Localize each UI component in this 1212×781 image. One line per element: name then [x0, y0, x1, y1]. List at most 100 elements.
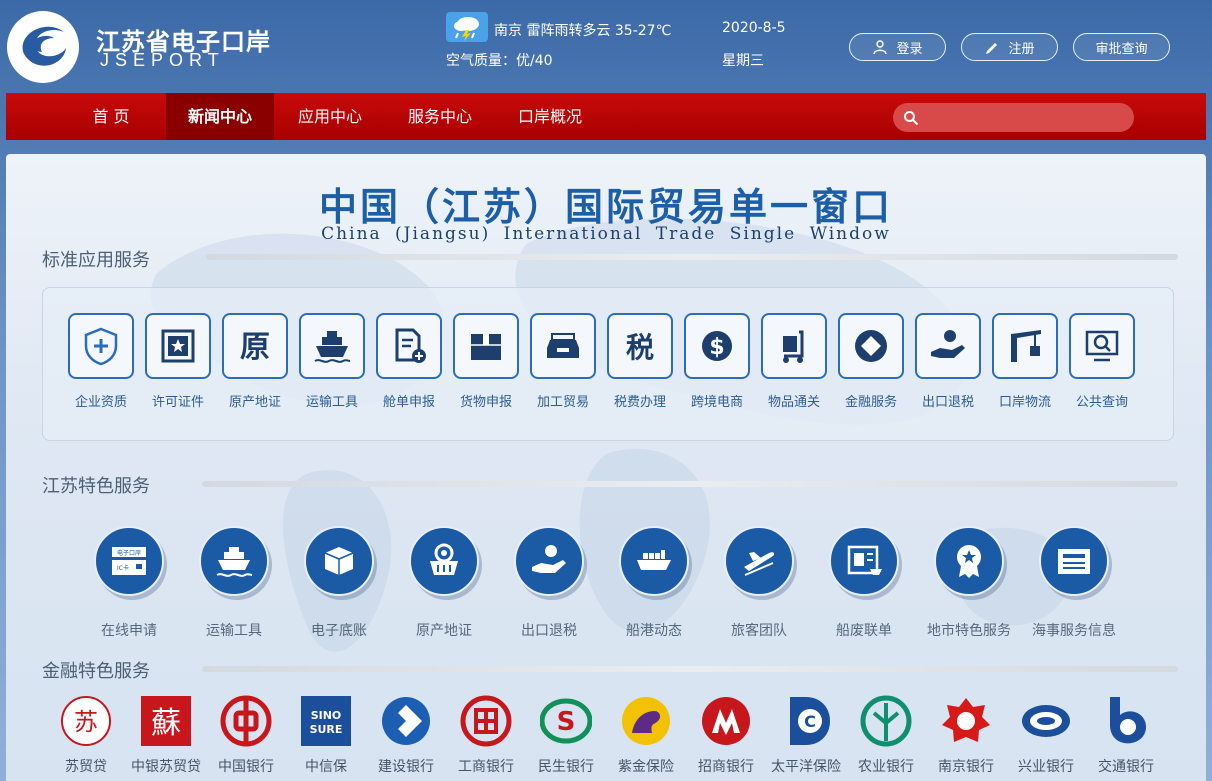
std-item-label: 原产地证	[228, 395, 281, 410]
register-button[interactable]: 注册	[961, 33, 1058, 61]
std-item-manifest[interactable]: 舱单申报	[374, 313, 444, 410]
js-item-city-services[interactable]: 地市特色服务	[914, 526, 1024, 640]
js-item-maritime-info[interactable]: 海事服务信息	[1019, 526, 1129, 640]
box-icon	[304, 526, 374, 596]
standard-services-panel: 企业资质 许可证件 原 原产地证 运输工具 舱单申报 货物申报 加工贸易 税 税…	[42, 287, 1174, 441]
ccb-logo	[379, 694, 433, 748]
standard-services-divider	[206, 254, 1178, 260]
std-item-label: 加工贸易	[536, 395, 589, 410]
bank-su-mao-dai[interactable]: 苏 苏贸贷	[46, 694, 126, 776]
std-item-enterprise-qualification[interactable]: 企业资质	[66, 313, 136, 410]
js-item-label: 运输工具	[206, 623, 262, 639]
bank-sinosure[interactable]: SINO SURE 中信保	[286, 694, 366, 776]
nav-item-port-overview[interactable]: 口岸概况	[504, 93, 596, 140]
bank-label: 中银苏贸贷	[131, 759, 201, 775]
bank-cpic[interactable]: C 太平洋保险	[766, 694, 846, 776]
nav-item-services[interactable]: 服务中心	[394, 93, 486, 140]
bank-cmb[interactable]: 招商银行	[686, 694, 766, 776]
std-item-public-query[interactable]: 公共查询	[1067, 313, 1137, 410]
std-item-label: 公共查询	[1075, 395, 1128, 410]
bank-cmbc[interactable]: S 民生银行	[526, 694, 606, 776]
page-title: 中国（江苏）国际贸易单一窗口	[318, 185, 893, 229]
su-mao-dai-logo: 苏	[59, 694, 113, 748]
cmb-logo	[699, 694, 753, 748]
bank-zijin-insurance[interactable]: 紫金保险	[606, 694, 686, 776]
bank-label: 建设银行	[378, 759, 434, 775]
globe-dollar-icon: $	[684, 313, 750, 379]
approval-query-label: 审批查询	[1095, 41, 1148, 57]
bank-label: 工商银行	[458, 759, 514, 775]
world-map-background	[150, 218, 1070, 652]
std-item-export-rebate[interactable]: 出口退税	[913, 313, 983, 410]
cart-icon	[761, 313, 827, 379]
search-icon[interactable]	[903, 110, 919, 126]
js-item-ship-waste-form[interactable]: 船废联单	[809, 526, 919, 640]
std-item-label: 出口退税	[921, 395, 974, 410]
document-add-icon	[376, 313, 442, 379]
std-item-goods-clearance[interactable]: 物品通关	[759, 313, 829, 410]
search-input[interactable]	[925, 103, 1125, 132]
main-panel: 中国（江苏）国际贸易单一窗口 China (Jiangsu) Internati…	[6, 154, 1206, 781]
bank-bocom[interactable]: 交通银行	[1086, 694, 1166, 776]
svg-text:S: S	[557, 707, 576, 737]
svg-text:$: $	[709, 335, 724, 360]
page-header: 江苏省电子口岸 JSEPORT 南京 雷阵雨转多云 35-27℃ 空气质量：优/…	[0, 0, 1212, 93]
std-item-certificate-of-origin[interactable]: 原 原产地证	[220, 313, 290, 410]
std-item-processing-trade[interactable]: 加工贸易	[528, 313, 598, 410]
air-quality-text: 空气质量：优/40	[446, 53, 553, 69]
standard-services-title: 标准应用服务	[42, 250, 150, 271]
approval-query-button[interactable]: 审批查询	[1073, 33, 1170, 61]
std-item-port-logistics[interactable]: 口岸物流	[990, 313, 1060, 410]
shield-plus-icon	[68, 313, 134, 379]
basket-icon	[409, 526, 479, 596]
zijin-insurance-logo	[619, 694, 673, 748]
bank-bank-of-china[interactable]: 中国银行	[206, 694, 286, 776]
bank-label: 太平洋保险	[771, 759, 841, 775]
bank-abc[interactable]: 农业银行	[846, 694, 926, 776]
jiangsu-services-divider	[202, 481, 1178, 487]
std-item-license[interactable]: 许可证件	[143, 313, 213, 410]
std-item-taxes[interactable]: 税 税费办理	[605, 313, 675, 410]
std-item-financial[interactable]: 金融服务	[836, 313, 906, 410]
js-item-label: 出口退税	[521, 623, 577, 639]
badge-icon	[934, 526, 1004, 596]
std-item-cross-border-ecommerce[interactable]: $ 跨境电商	[682, 313, 752, 410]
js-item-passenger-groups[interactable]: 旅客团队	[704, 526, 814, 640]
std-item-label: 许可证件	[151, 395, 204, 410]
jiangsu-services-title: 江苏特色服务	[42, 476, 150, 497]
sinosure-logo: SINO SURE	[299, 694, 353, 748]
bank-bank-of-nanjing[interactable]: 南京银行	[926, 694, 1006, 776]
bank-ccb[interactable]: 建设银行	[366, 694, 446, 776]
std-item-transport[interactable]: 运输工具	[297, 313, 367, 410]
trash-form-icon	[829, 526, 899, 596]
register-label: 注册	[1008, 41, 1035, 57]
ship-icon	[299, 313, 365, 379]
login-button[interactable]: 登录	[849, 33, 946, 61]
bank-label: 农业银行	[858, 759, 914, 775]
js-item-e-ledger[interactable]: 电子底账	[284, 526, 394, 640]
js-item-transport[interactable]: 运输工具	[179, 526, 289, 640]
cmbc-logo: S	[539, 694, 593, 748]
nav-item-home[interactable]: 首 页	[66, 93, 156, 140]
logo-english-text: JSEPORT	[100, 50, 225, 70]
date-text: 2020-8-5	[722, 20, 786, 36]
tray-icon	[530, 313, 596, 379]
bank-cib[interactable]: 兴业银行	[1006, 694, 1086, 776]
svg-text:SURE: SURE	[310, 723, 343, 736]
search-box	[893, 103, 1134, 132]
weekday-text: 星期三	[722, 53, 764, 69]
bank-boc-su-mao-dai[interactable]: 蘇 中银苏贸贷	[126, 694, 206, 776]
cib-logo	[1019, 694, 1073, 748]
js-item-export-rebate[interactable]: 出口退税	[494, 526, 604, 640]
std-item-label: 物品通关	[767, 395, 820, 410]
bank-label: 中信保	[305, 759, 347, 775]
bank-icbc[interactable]: 工商银行	[446, 694, 526, 776]
jseport-logo[interactable]	[6, 10, 80, 84]
nav-item-apps[interactable]: 应用中心	[284, 93, 376, 140]
js-item-online-application[interactable]: 电子口岸 IC卡 在线申请	[74, 526, 184, 640]
icbc-logo	[459, 694, 513, 748]
js-item-port-dynamics[interactable]: 船港动态	[599, 526, 709, 640]
js-item-certificate-of-origin[interactable]: 原产地证	[389, 526, 499, 640]
nav-item-news[interactable]: 新闻中心	[166, 93, 274, 140]
std-item-cargo-declaration[interactable]: 货物申报	[451, 313, 521, 410]
